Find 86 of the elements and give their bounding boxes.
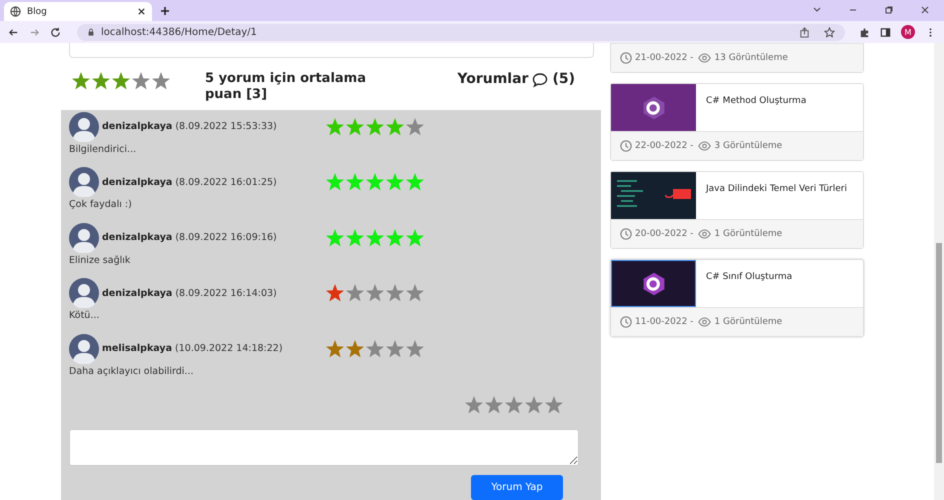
csharp-thumbnail[interactable] bbox=[611, 260, 696, 307]
star-icon[interactable] bbox=[544, 395, 564, 415]
avatar-icon bbox=[69, 334, 99, 364]
avatar-icon bbox=[69, 278, 99, 308]
restore-icon[interactable] bbox=[884, 5, 894, 15]
clock-icon bbox=[620, 316, 632, 328]
comment-author: denizalpkaya bbox=[102, 121, 172, 132]
post-views: 3 Görüntüleme bbox=[714, 141, 782, 151]
post-title[interactable]: C# Method Oluşturma bbox=[706, 96, 806, 106]
post-card[interactable]: C# Method Oluşturma 22-00-2022 - 3 Görüntüleme bbox=[610, 83, 864, 161]
post-card[interactable]: 21-00-2022 - 13 Görüntüleme bbox=[610, 43, 864, 73]
browser-tab[interactable]: Blog bbox=[4, 2, 152, 21]
sidebar-icon[interactable] bbox=[880, 26, 891, 38]
star-icon[interactable] bbox=[524, 395, 544, 415]
avatar-icon bbox=[69, 167, 99, 197]
comment-date: (10.09.2022 14:18:22) bbox=[175, 343, 283, 354]
eye-icon bbox=[698, 317, 712, 327]
star-icon[interactable] bbox=[464, 395, 484, 415]
star-icon bbox=[131, 71, 151, 92]
comment-text: Kötü... bbox=[69, 310, 100, 321]
post-card[interactable]: Java Dilindeki Temel Veri Türleri 20-00-2022 - 1 Görüntüleme bbox=[610, 171, 864, 249]
comment-text: Çok faydalı :) bbox=[69, 199, 133, 210]
comment-author: denizalpkaya bbox=[102, 176, 172, 188]
scrollbar[interactable] bbox=[934, 43, 944, 500]
post-date: 11-00-2022 - bbox=[635, 317, 694, 327]
star-icon bbox=[405, 338, 425, 358]
comment-text: Daha açıklayıcı olabilirdi... bbox=[69, 366, 194, 376]
submit-comment-button[interactable]: Yorum Yap bbox=[471, 475, 563, 500]
avatar-icon bbox=[69, 222, 99, 252]
average-rating-text: 5 yorum için ortalama puan [3] bbox=[205, 71, 367, 104]
star-icon bbox=[151, 71, 171, 92]
post-date: 21-00-2022 - bbox=[635, 53, 694, 63]
star-icon bbox=[365, 338, 385, 358]
globe-icon bbox=[10, 6, 21, 17]
star-icon bbox=[405, 283, 425, 303]
clock-icon bbox=[620, 52, 632, 64]
star-icon[interactable] bbox=[504, 395, 524, 415]
share-icon[interactable] bbox=[799, 26, 810, 38]
java-thumbnail[interactable] bbox=[611, 172, 696, 219]
comment-author: melisalpkaya bbox=[102, 343, 172, 354]
star-icon[interactable] bbox=[824, 26, 835, 38]
comment-input[interactable] bbox=[69, 429, 579, 466]
close-icon[interactable] bbox=[137, 7, 146, 16]
eye-icon bbox=[698, 229, 712, 239]
post-views: 13 Görüntüleme bbox=[714, 53, 788, 63]
eye-icon bbox=[698, 53, 712, 63]
reload-icon[interactable] bbox=[50, 26, 61, 38]
star-icon bbox=[385, 338, 405, 358]
back-icon[interactable] bbox=[8, 26, 19, 38]
comments-label: Yorumlar bbox=[457, 71, 528, 88]
star-icon bbox=[385, 283, 405, 303]
post-date: 22-00-2022 - bbox=[635, 141, 694, 151]
eye-icon bbox=[698, 141, 712, 151]
new-tab-icon[interactable] bbox=[160, 6, 170, 16]
url-text: localhost:44386/Home/Detay/1 bbox=[101, 26, 257, 38]
post-title[interactable]: C# Sınıf Oluşturma bbox=[706, 272, 792, 282]
comment-date: (8.09.2022 15:53:33) bbox=[175, 121, 277, 132]
post-views: 1 Görüntüleme bbox=[714, 317, 782, 327]
scrollbar-thumb[interactable] bbox=[936, 243, 942, 463]
star-icon bbox=[345, 283, 365, 303]
close-icon[interactable] bbox=[920, 5, 930, 15]
avatar-icon bbox=[69, 112, 99, 142]
comment-date: (8.09.2022 16:14:03) bbox=[175, 288, 277, 298]
puzzle-icon[interactable] bbox=[859, 26, 870, 38]
tab-title: Blog bbox=[27, 6, 47, 16]
star-icon[interactable] bbox=[484, 395, 504, 415]
post-date: 20-00-2022 - bbox=[635, 229, 694, 239]
comment-text: Bilgilendirici... bbox=[69, 144, 138, 154]
comment-author: denizalpkaya bbox=[102, 232, 172, 243]
lock-icon bbox=[87, 28, 95, 36]
comment-text: Elinize sağlık bbox=[69, 254, 132, 266]
speech-bubble-icon bbox=[532, 72, 548, 88]
address-bar[interactable]: localhost:44386/Home/Detay/1 bbox=[77, 24, 845, 40]
star-icon bbox=[365, 283, 385, 303]
clock-icon bbox=[620, 140, 632, 152]
post-card[interactable]: C# Sınıf Oluşturma 11-00-2022 - 1 Görüntüleme bbox=[610, 259, 864, 337]
clock-icon bbox=[620, 228, 632, 240]
csharp-thumbnail[interactable] bbox=[611, 84, 696, 131]
star-icon bbox=[405, 116, 425, 136]
comment-date: (8.09.2022 16:09:16) bbox=[175, 232, 277, 243]
post-title[interactable]: Java Dilindeki Temel Veri Türleri bbox=[706, 184, 847, 194]
comments-count: (5) bbox=[552, 71, 575, 88]
comment-author: denizalpkaya bbox=[102, 288, 172, 298]
post-views: 1 Görüntüleme bbox=[714, 229, 782, 239]
profile-avatar[interactable]: M bbox=[901, 25, 915, 39]
comment-date: (8.09.2022 16:01:25) bbox=[175, 176, 277, 188]
